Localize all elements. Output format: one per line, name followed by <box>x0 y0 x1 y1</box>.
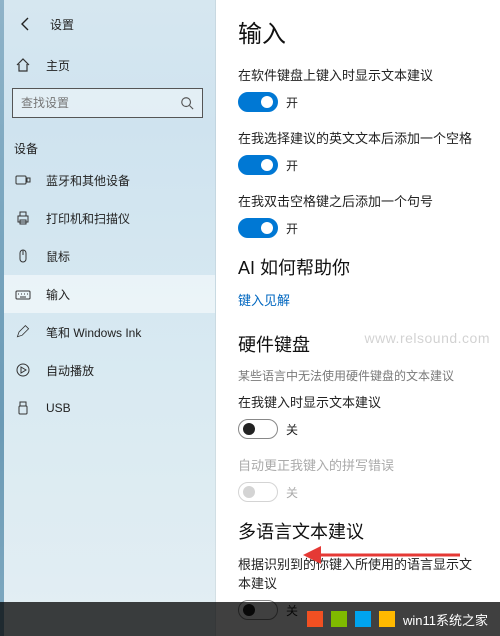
option-label: 根据识别到的你键入所使用的语言显示文本建议 <box>238 554 480 592</box>
pen-icon <box>14 323 32 341</box>
sidebar-item-autoplay[interactable]: 自动播放 <box>0 351 215 389</box>
toggle-add-space[interactable] <box>238 155 278 175</box>
link-typing-insights[interactable]: 键入见解 <box>238 290 480 309</box>
search-icon <box>180 96 194 110</box>
toggle-value: 开 <box>286 220 298 237</box>
sidebar-item-usb[interactable]: USB <box>0 389 215 427</box>
section-hardware-subtitle: 某些语言中无法使用硬件键盘的文本建议 <box>238 367 480 384</box>
usb-icon <box>14 399 32 417</box>
section-hardware-heading: 硬件键盘 <box>238 331 480 357</box>
section-multilang-heading: 多语言文本建议 <box>238 518 480 544</box>
home-icon <box>14 56 32 74</box>
option-label: 在我选择建议的英文文本后添加一个空格 <box>238 128 480 147</box>
logo-square-green <box>331 611 347 627</box>
bluetooth-icon <box>14 171 32 189</box>
sidebar-item-pen[interactable]: 笔和 Windows Ink <box>0 313 215 351</box>
search-input[interactable] <box>21 96 180 110</box>
window-title: 设置 <box>50 16 74 33</box>
option-label-disabled: 自动更正我键入的拼写错误 <box>238 455 480 474</box>
sidebar-item-label: 输入 <box>46 286 70 303</box>
sidebar-home[interactable]: 主页 <box>0 46 215 84</box>
toggle-value: 开 <box>286 94 298 111</box>
page-title: 输入 <box>238 14 480 49</box>
sidebar-item-label: USB <box>46 401 71 415</box>
sidebar-home-label: 主页 <box>46 57 70 74</box>
footer-bar: win11系统之家 <box>0 602 500 636</box>
sidebar-item-label: 打印机和扫描仪 <box>46 210 130 227</box>
toggle-hw-suggestions[interactable] <box>238 419 278 439</box>
arrow-left-icon <box>18 16 34 32</box>
back-button[interactable] <box>14 12 38 36</box>
logo-square-yellow <box>379 611 395 627</box>
printer-icon <box>14 209 32 227</box>
mouse-icon <box>14 247 32 265</box>
sidebar-item-label: 笔和 Windows Ink <box>46 324 141 341</box>
sidebar-group-label: 设备 <box>0 132 215 161</box>
content-pane: 输入 在软件键盘上键入时显示文本建议 开 在我选择建议的英文文本后添加一个空格 … <box>216 0 500 636</box>
search-box[interactable] <box>12 88 203 118</box>
sidebar-item-bluetooth[interactable]: 蓝牙和其他设备 <box>0 161 215 199</box>
option-label: 在软件键盘上键入时显示文本建议 <box>238 65 480 84</box>
logo-square-blue <box>355 611 371 627</box>
option-label: 在我键入时显示文本建议 <box>238 392 480 411</box>
sidebar-item-label: 蓝牙和其他设备 <box>46 172 130 189</box>
toggle-add-period[interactable] <box>238 218 278 238</box>
toggle-show-suggestions[interactable] <box>238 92 278 112</box>
toggle-hw-autocorrect <box>238 482 278 502</box>
toggle-value: 开 <box>286 157 298 174</box>
footer-text: win11系统之家 <box>403 610 488 629</box>
sidebar-item-mouse[interactable]: 鼠标 <box>0 237 215 275</box>
section-ai-heading: AI 如何帮助你 <box>238 254 480 280</box>
sidebar-item-printers[interactable]: 打印机和扫描仪 <box>0 199 215 237</box>
autoplay-icon <box>14 361 32 379</box>
sidebar-item-label: 鼠标 <box>46 248 70 265</box>
sidebar-item-typing[interactable]: 输入 <box>0 275 215 313</box>
toggle-value: 关 <box>286 484 298 501</box>
logo-square-red <box>307 611 323 627</box>
option-label: 在我双击空格键之后添加一个句号 <box>238 191 480 210</box>
keyboard-icon <box>14 285 32 303</box>
sidebar-item-label: 自动播放 <box>46 362 94 379</box>
toggle-value: 关 <box>286 421 298 438</box>
